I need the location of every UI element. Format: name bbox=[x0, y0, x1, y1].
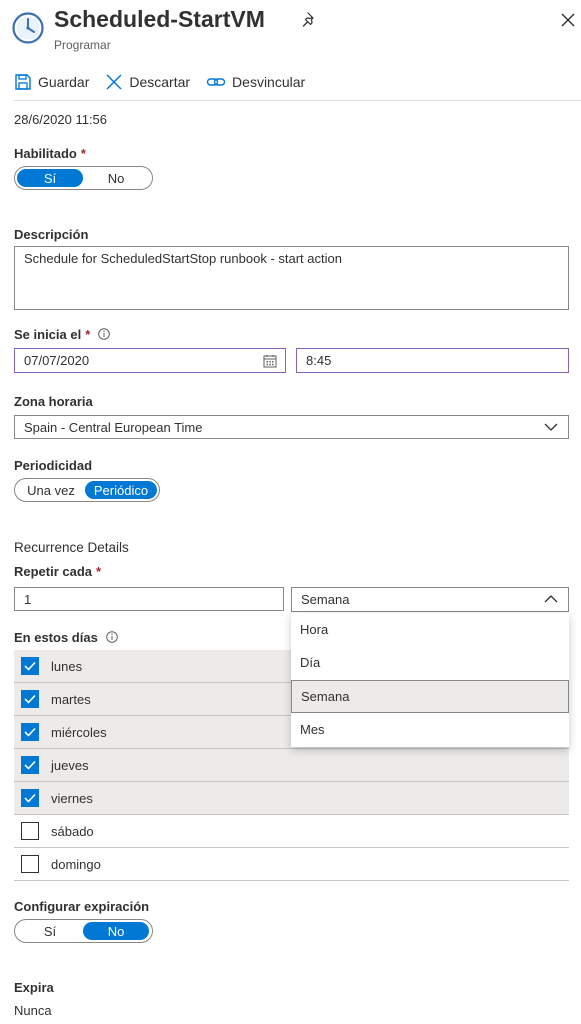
timezone-select[interactable]: Spain - Central European Time bbox=[14, 415, 569, 439]
pin-icon[interactable] bbox=[300, 10, 320, 30]
day-label: sábado bbox=[51, 823, 94, 839]
repeat-unit-select[interactable]: Semana bbox=[291, 587, 569, 612]
link-icon bbox=[206, 78, 226, 86]
checkmark-icon bbox=[24, 661, 36, 671]
repeat-label: Repetir cada * bbox=[14, 564, 102, 579]
repeat-interval-value: 1 bbox=[24, 591, 32, 607]
day-checkbox-row[interactable]: viernes bbox=[14, 782, 569, 815]
info-icon[interactable] bbox=[98, 328, 111, 340]
start-label: Se inicia el * bbox=[14, 327, 111, 342]
save-icon bbox=[15, 74, 31, 90]
day-checkbox-row[interactable]: domingo bbox=[14, 848, 569, 881]
description-textarea[interactable]: Schedule for ScheduledStartStop runbook … bbox=[14, 246, 569, 310]
checkbox-checked[interactable] bbox=[21, 657, 39, 675]
checkbox-checked[interactable] bbox=[21, 756, 39, 774]
checkmark-icon bbox=[24, 760, 36, 770]
enabled-label: Habilitado * bbox=[14, 146, 86, 161]
command-bar: Guardar Descartar Desvincular bbox=[14, 70, 321, 94]
recurrence-label: Periodicidad bbox=[14, 458, 93, 473]
toolbar-divider bbox=[14, 100, 581, 101]
dropdown-option-semana[interactable]: Semana bbox=[291, 680, 569, 713]
chevron-up-icon bbox=[544, 595, 558, 603]
dropdown-option-hora[interactable]: Hora bbox=[291, 613, 569, 646]
day-label: jueves bbox=[51, 757, 89, 773]
checkmark-icon bbox=[24, 727, 36, 737]
day-label: viernes bbox=[51, 790, 93, 806]
enabled-yes-option[interactable]: Sí bbox=[17, 169, 83, 187]
checkmark-icon bbox=[24, 793, 36, 803]
last-modified-timestamp: 28/6/2020 11:56 bbox=[14, 112, 108, 127]
day-checkbox-row[interactable]: sábado bbox=[14, 815, 569, 848]
checkbox-checked[interactable] bbox=[21, 690, 39, 708]
save-button[interactable]: Guardar bbox=[14, 73, 89, 91]
save-label: Guardar bbox=[38, 74, 90, 90]
checkbox-checked[interactable] bbox=[21, 723, 39, 741]
checkbox-unchecked[interactable] bbox=[21, 822, 39, 840]
dropdown-option-mes[interactable]: Mes bbox=[291, 713, 569, 746]
start-time-input[interactable]: 8:45 bbox=[296, 348, 569, 373]
start-date-value: 07/07/2020 bbox=[24, 353, 90, 368]
recurrence-periodic-option[interactable]: Periódico bbox=[85, 481, 157, 499]
unlink-label: Desvincular bbox=[232, 74, 306, 90]
day-label: martes bbox=[51, 691, 91, 707]
expiration-no-option[interactable]: No bbox=[83, 922, 149, 940]
day-checkbox-row[interactable]: jueves bbox=[14, 749, 569, 782]
expiration-toggle[interactable]: Sí No bbox=[14, 919, 153, 943]
day-label: miércoles bbox=[51, 724, 107, 740]
recurrence-toggle[interactable]: Una vez Periódico bbox=[14, 478, 160, 502]
discard-label: Descartar bbox=[129, 74, 191, 90]
recurrence-once-option[interactable]: Una vez bbox=[17, 481, 85, 499]
days-label: En estos días bbox=[14, 630, 118, 645]
checkbox-unchecked[interactable] bbox=[21, 855, 39, 873]
start-date-input[interactable]: 07/07/2020 bbox=[14, 348, 286, 373]
checkmark-icon bbox=[24, 694, 36, 704]
expires-label: Expira bbox=[14, 980, 54, 995]
info-icon[interactable] bbox=[106, 631, 118, 643]
timezone-label: Zona horaria bbox=[14, 394, 93, 409]
enabled-toggle[interactable]: Sí No bbox=[14, 166, 153, 190]
discard-icon bbox=[106, 74, 122, 90]
day-label: lunes bbox=[51, 658, 83, 674]
expiration-yes-option[interactable]: Sí bbox=[17, 922, 83, 940]
expires-value: Nunca bbox=[14, 1003, 52, 1018]
chevron-down-icon bbox=[544, 423, 558, 431]
start-time-value: 8:45 bbox=[306, 353, 332, 368]
dropdown-option-dia[interactable]: Día bbox=[291, 646, 569, 679]
discard-button[interactable]: Descartar bbox=[105, 73, 190, 91]
repeat-unit-value: Semana bbox=[301, 592, 350, 607]
day-label: domingo bbox=[51, 856, 101, 872]
page-subtitle: Programar bbox=[54, 38, 111, 52]
page-title: Scheduled-StartVM bbox=[54, 6, 265, 32]
checkbox-checked[interactable] bbox=[21, 789, 39, 807]
expiration-label: Configurar expiración bbox=[14, 899, 150, 914]
enabled-no-option[interactable]: No bbox=[83, 169, 149, 187]
unlink-button[interactable]: Desvincular bbox=[206, 73, 305, 91]
calendar-icon[interactable] bbox=[263, 354, 277, 368]
recurrence-details-heading: Recurrence Details bbox=[14, 540, 129, 555]
close-icon[interactable] bbox=[560, 12, 576, 28]
timezone-value: Spain - Central European Time bbox=[24, 419, 203, 435]
clock-icon bbox=[12, 12, 44, 44]
repeat-interval-input[interactable]: 1 bbox=[14, 587, 284, 611]
repeat-unit-dropdown: Hora Día Semana Mes bbox=[291, 613, 569, 747]
description-label: Descripción bbox=[14, 227, 89, 242]
